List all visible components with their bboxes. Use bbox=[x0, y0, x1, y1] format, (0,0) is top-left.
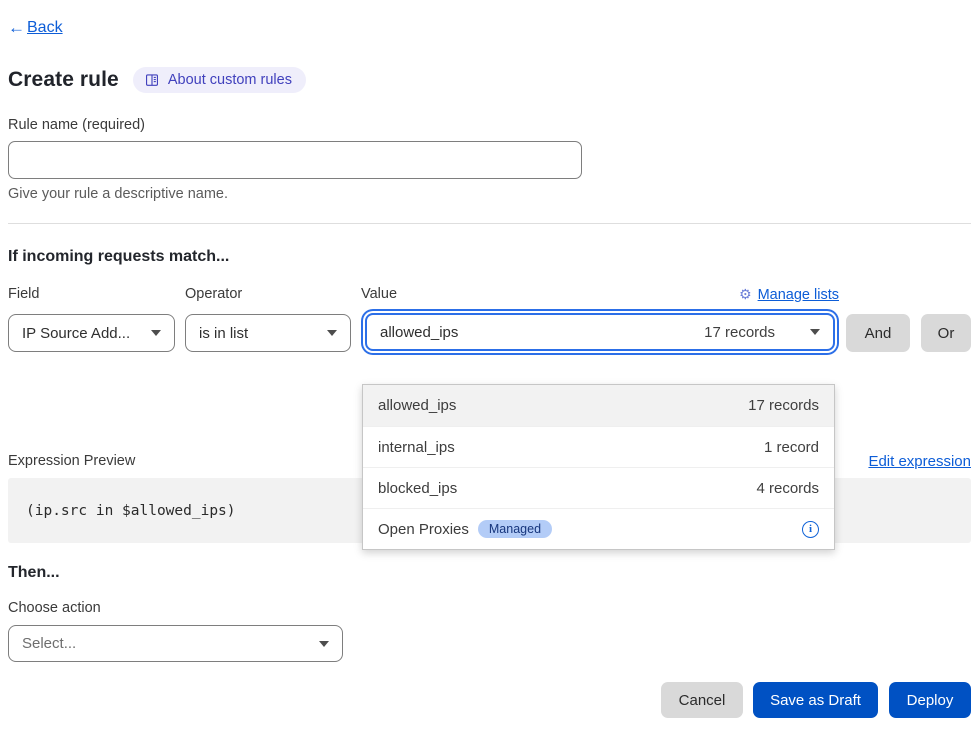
list-item-record-count: 17 records bbox=[748, 397, 819, 414]
field-select-value: IP Source Add... bbox=[22, 325, 130, 342]
list-item-internal-ips[interactable]: internal_ips 1 record bbox=[363, 426, 834, 467]
footer-actions: Cancel Save as Draft Deploy bbox=[8, 682, 971, 718]
field-column: Field IP Source Add... bbox=[8, 286, 175, 352]
list-item-open-proxies[interactable]: Open Proxies Managed i bbox=[363, 508, 834, 549]
value-combobox[interactable]: allowed_ips 17 records bbox=[365, 313, 835, 351]
action-select[interactable]: Select... bbox=[8, 625, 343, 662]
back-row: ← Back bbox=[8, 17, 971, 38]
value-combobox-right: 17 records bbox=[704, 324, 820, 341]
book-icon bbox=[144, 72, 160, 88]
rule-name-label: Rule name (required) bbox=[8, 117, 971, 133]
list-item-name-wrap: Open Proxies Managed bbox=[378, 520, 552, 539]
list-item-blocked-ips[interactable]: blocked_ips 4 records bbox=[363, 467, 834, 508]
page-header: Create rule About custom rules bbox=[8, 65, 971, 95]
cancel-button[interactable]: Cancel bbox=[661, 682, 743, 718]
chevron-down-icon bbox=[319, 641, 329, 647]
operator-select[interactable]: is in list bbox=[185, 314, 351, 352]
chevron-down-icon bbox=[810, 329, 820, 335]
rule-name-helper-text: Give your rule a descriptive name. bbox=[8, 186, 971, 202]
operator-select-value: is in list bbox=[199, 325, 248, 342]
expression-code: (ip.src in $allowed_ips) bbox=[26, 503, 236, 519]
value-label: Value bbox=[361, 286, 397, 303]
operator-column: Operator is in list bbox=[185, 286, 351, 352]
choose-action-label: Choose action bbox=[8, 600, 971, 616]
save-as-draft-button[interactable]: Save as Draft bbox=[753, 682, 878, 718]
rule-name-input[interactable] bbox=[8, 141, 582, 179]
then-section-heading: Then... bbox=[8, 564, 971, 582]
list-item-record-count: 4 records bbox=[756, 480, 819, 497]
ip-list-dropdown: allowed_ips 17 records internal_ips 1 re… bbox=[362, 384, 835, 550]
chevron-down-icon bbox=[327, 330, 337, 336]
back-link-label: Back bbox=[27, 19, 63, 37]
page-title: Create rule bbox=[8, 68, 119, 92]
list-item-name: internal_ips bbox=[378, 439, 455, 456]
value-combobox-records: 17 records bbox=[704, 324, 775, 341]
chevron-down-icon bbox=[151, 330, 161, 336]
edit-expression-link[interactable]: Edit expression bbox=[868, 453, 971, 470]
value-combobox-value: allowed_ips bbox=[380, 324, 458, 341]
condition-row: Field IP Source Add... Operator is in li… bbox=[8, 286, 971, 355]
about-badge-label: About custom rules bbox=[168, 72, 292, 88]
back-link[interactable]: ← Back bbox=[8, 18, 63, 38]
action-select-placeholder: Select... bbox=[22, 635, 76, 652]
expression-preview-label: Expression Preview bbox=[8, 453, 135, 469]
operator-label: Operator bbox=[185, 286, 351, 303]
field-select[interactable]: IP Source Add... bbox=[8, 314, 175, 352]
section-divider bbox=[8, 223, 971, 224]
create-rule-page: ← Back Create rule About custom rules Ru… bbox=[0, 17, 979, 718]
manage-lists-link[interactable]: ⚙ Manage lists bbox=[739, 286, 839, 303]
list-item-name: Open Proxies bbox=[378, 521, 469, 538]
value-column: Value ⚙ Manage lists allowed_ips 17 reco… bbox=[361, 286, 839, 355]
and-button[interactable]: And bbox=[846, 314, 910, 352]
or-button[interactable]: Or bbox=[921, 314, 971, 352]
deploy-button[interactable]: Deploy bbox=[889, 682, 971, 718]
back-arrow-icon: ← bbox=[8, 18, 25, 38]
value-header: Value ⚙ Manage lists bbox=[361, 286, 839, 303]
gear-icon: ⚙ bbox=[739, 286, 752, 303]
info-icon[interactable]: i bbox=[802, 521, 819, 538]
match-section-heading: If incoming requests match... bbox=[8, 248, 971, 266]
field-label: Field bbox=[8, 286, 175, 303]
list-item-record-count: 1 record bbox=[764, 439, 819, 456]
list-item-name: allowed_ips bbox=[378, 397, 456, 414]
list-item-allowed-ips[interactable]: allowed_ips 17 records bbox=[363, 385, 834, 426]
list-item-name: blocked_ips bbox=[378, 480, 457, 497]
managed-badge: Managed bbox=[478, 520, 552, 539]
about-custom-rules-link[interactable]: About custom rules bbox=[133, 67, 306, 93]
value-combobox-wrap: allowed_ips 17 records bbox=[361, 309, 839, 355]
manage-lists-label: Manage lists bbox=[758, 287, 839, 303]
